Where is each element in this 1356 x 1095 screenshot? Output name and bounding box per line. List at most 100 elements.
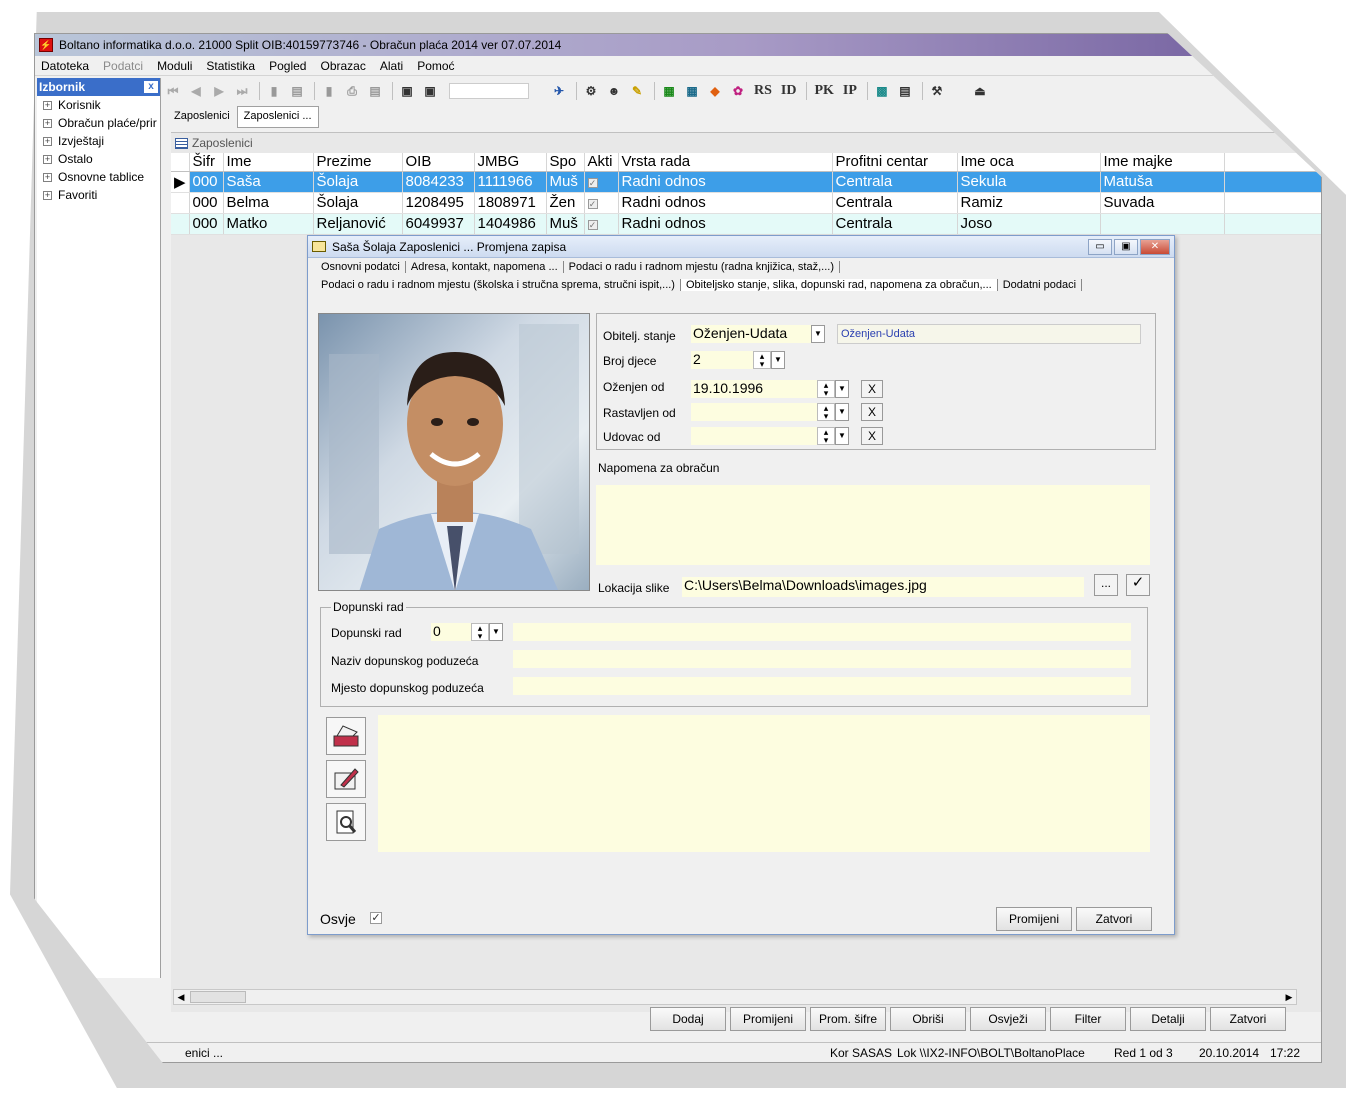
column-header[interactable]: OIB [402,153,475,172]
add-button[interactable]: Dodaj [650,1007,726,1031]
image-icon[interactable]: ▩ [872,81,892,101]
active-checkbox[interactable]: ✓ [587,220,598,230]
scroll-thumb[interactable] [190,991,246,1003]
column-header[interactable]: Prezime [313,153,403,172]
clear-rastavljen-button[interactable]: X [861,403,883,421]
naziv-poduzeca-input[interactable] [513,650,1131,668]
change-button[interactable]: Promijeni [730,1007,806,1031]
chevron-down-icon[interactable]: ▼ [771,351,785,369]
cell[interactable]: 000 [189,171,224,193]
dialog-change-button[interactable]: Promijeni [996,907,1072,931]
prev-record-icon[interactable]: ◀ [186,81,206,101]
cell[interactable]: Ramiz [957,192,1101,214]
cell[interactable]: Šolaja [313,171,403,193]
chart-icon[interactable]: ✿ [728,81,748,101]
tab-dodatni-podaci[interactable]: Dodatni podaci [998,279,1083,291]
scroll-left-icon[interactable]: ◀ [174,990,188,1004]
document-icon[interactable]: ▮ [319,81,339,101]
tab-obiteljsko-stanje[interactable]: Obiteljsko stanje, slika, dopunski rad, … [680,279,998,291]
user-icon[interactable]: ☻ [604,81,624,101]
tree-item-ostalo[interactable]: + Ostalo [37,150,160,168]
menu-moduli[interactable]: Moduli [157,59,192,73]
column-header[interactable]: Akti [584,153,619,172]
sidebar-close-icon[interactable]: x [144,81,158,93]
cell[interactable]: 1404986 [474,213,547,235]
column-header[interactable]: Vrsta rada [618,153,833,172]
cell[interactable]: Saša [223,171,314,193]
cell[interactable]: Muš [546,213,585,235]
chevron-down-icon[interactable]: ▼ [835,380,849,398]
filter-icon[interactable]: ✈ [549,81,569,101]
dopunski-rad-description[interactable] [513,623,1131,641]
cell[interactable]: Belma [223,192,314,214]
expand-icon[interactable]: + [43,172,52,182]
column-header[interactable]: Ime majke [1100,153,1225,172]
spinner-icon[interactable]: ▴ ▾ [817,380,835,398]
cell[interactable]: Radni odnos [618,171,833,193]
ozenjen-od-spinner[interactable]: ▴ ▾ ▼ [817,380,851,398]
pk-button[interactable]: PK [811,81,836,101]
chevron-down-icon[interactable]: ▼ [489,623,503,641]
cell[interactable]: Centrala [832,192,958,214]
new-doc-icon[interactable]: ▮ [264,81,284,101]
scroll-right-icon[interactable]: ▶ [1282,990,1296,1004]
menu-datoteka[interactable]: Datoteka [41,59,89,73]
spinner-icon[interactable]: ▴ ▾ [753,351,771,369]
mjesto-poduzeca-input[interactable] [513,677,1131,695]
table-icon[interactable]: ▦ [682,81,702,101]
cell[interactable] [1224,171,1321,193]
menu-statistika[interactable]: Statistika [206,59,255,73]
horizontal-scrollbar[interactable]: ◀ ▶ [173,989,1297,1005]
column-header[interactable]: Spo [546,153,585,172]
clear-ozenjen-button[interactable]: X [861,380,883,398]
save-all-icon[interactable]: ▣ [420,81,440,101]
rs-button[interactable]: RS [751,81,775,101]
menu-podatci[interactable]: Podatci [103,59,143,73]
report-icon[interactable]: ▤ [895,81,915,101]
chevron-down-icon[interactable]: ▼ [811,325,825,343]
expand-icon[interactable]: + [43,118,52,128]
osvje-checkbox[interactable]: ✓ [370,912,382,924]
delete-button[interactable]: Obriši [890,1007,966,1031]
tree-item-osnovne-tablice[interactable]: + Osnovne tablice [37,168,160,186]
dialog-close-button[interactable]: Zatvori [1076,907,1152,931]
dopunski-rad-input[interactable]: 0 [431,623,471,641]
column-header[interactable]: Ime [223,153,314,172]
cell[interactable]: Joso [957,213,1101,235]
save-icon[interactable]: ▣ [397,81,417,101]
ozenjen-od-input[interactable]: 19.10.1996 [691,380,817,398]
active-checkbox[interactable]: ✓ [587,178,598,188]
cell[interactable]: 000 [189,213,224,235]
menu-pogled[interactable]: Pogled [269,59,306,73]
tab-zaposlenici[interactable]: Zaposlenici [167,106,237,128]
tools-icon[interactable]: ⚙ [581,81,601,101]
close-icon[interactable]: ✕ [1140,239,1170,255]
expand-icon[interactable]: + [43,136,52,146]
cell[interactable]: Matko [223,213,314,235]
dopunski-rad-spinner[interactable]: ▴ ▾ ▼ [471,623,505,641]
cell[interactable]: Muš [546,171,585,193]
filter-button[interactable]: Filter [1050,1007,1126,1031]
udovac-od-spinner[interactable]: ▴ ▾ ▼ [817,427,851,445]
cell[interactable]: ✓ [584,213,619,235]
spinner-icon[interactable]: ▴ ▾ [817,427,835,445]
preview-button[interactable] [326,803,366,841]
broj-djece-spinner[interactable]: ▴ ▾ ▼ [753,351,787,369]
column-header[interactable]: Ime oca [957,153,1101,172]
next-record-icon[interactable]: ▶ [209,81,229,101]
refresh-button[interactable]: Osvježi [970,1007,1046,1031]
expand-icon[interactable]: + [43,190,52,200]
cell[interactable]: 6049937 [402,213,475,235]
tab-osnovni-podatci[interactable]: Osnovni podatci [316,261,406,273]
cell[interactable]: Matuša [1100,171,1225,193]
udovac-od-input[interactable] [691,427,817,445]
table-row[interactable]: 000 Belma Šolaja 1208495 1808971 Žen ✓ R… [171,192,1321,214]
napomena-textarea[interactable] [596,485,1150,565]
broj-djece-input[interactable]: 2 [691,351,753,369]
table-row[interactable]: 000 Matko Reljanović 6049937 1404986 Muš… [171,213,1321,235]
menu-obrazac[interactable]: Obrazac [320,59,365,73]
cell[interactable]: Centrala [832,213,958,235]
rastavljen-od-spinner[interactable]: ▴ ▾ ▼ [817,403,851,421]
sign-button[interactable] [326,760,366,798]
table-row[interactable]: ▶ 000 Saša Šolaja 8084233 1111966 Muš ✓ … [171,171,1321,193]
